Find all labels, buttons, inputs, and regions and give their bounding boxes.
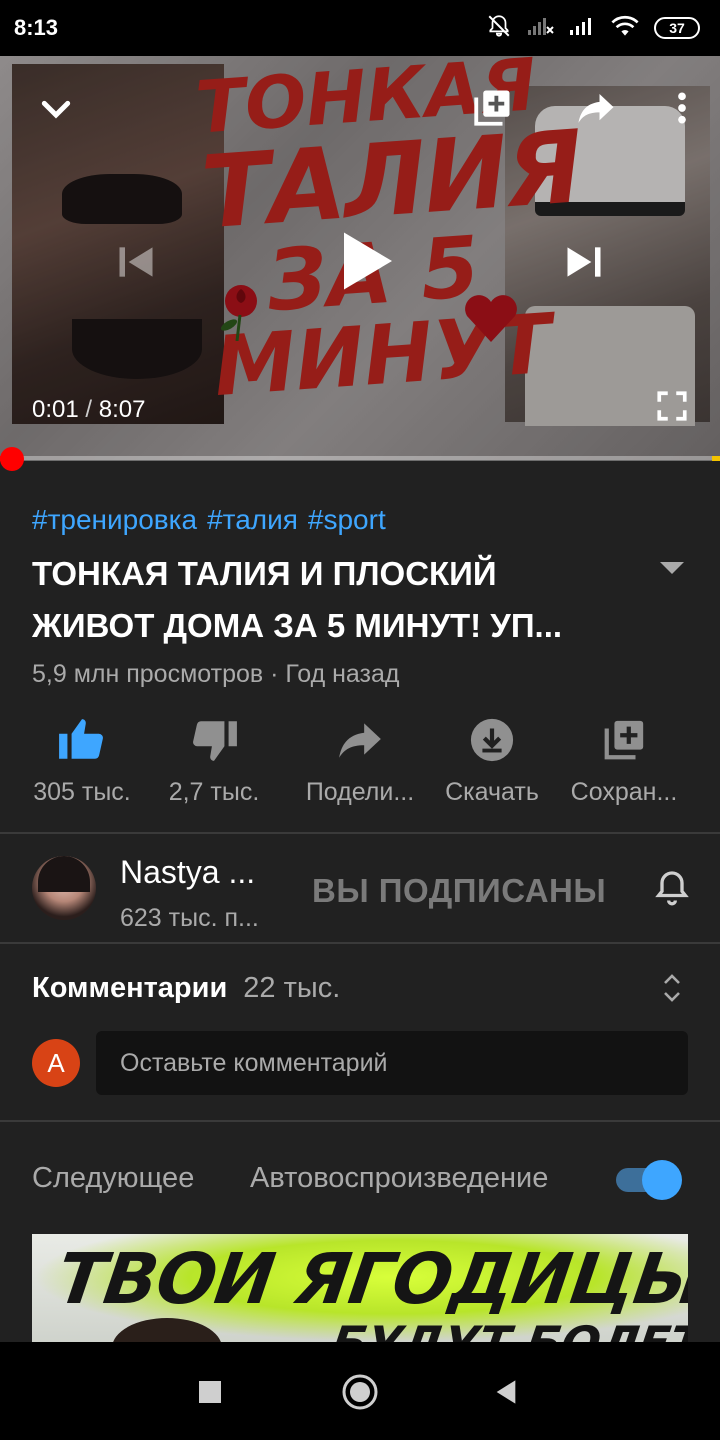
share-icon — [578, 94, 614, 123]
subscribed-button[interactable]: ВЫ ПОДПИСАНЫ — [312, 872, 606, 910]
home-button[interactable] — [338, 1370, 382, 1414]
circle-icon — [342, 1374, 378, 1410]
expand-comments-button[interactable] — [658, 970, 686, 1006]
wifi-icon — [610, 14, 640, 43]
player-share-button[interactable] — [570, 82, 622, 134]
video-meta: 5,9 млн просмотров · Год назад — [32, 660, 400, 688]
comment-input[interactable]: Оставьте комментарий — [96, 1031, 688, 1095]
status-icons: 37 — [486, 13, 700, 44]
dislike-button[interactable]: 2,7 тыс. — [144, 710, 284, 807]
duration: 8:07 — [98, 396, 146, 423]
triangle-down-icon — [660, 562, 684, 574]
up-next-label: Следующее — [32, 1162, 195, 1194]
next-video-thumbnail-subtitle: БУДУТ БОЛЕТЬ — [328, 1316, 688, 1342]
play-button[interactable] — [320, 216, 410, 306]
video-title-line: ЖИВОТ ДОМА ЗА 5 МИНУТ! УП... — [32, 607, 563, 644]
fullscreen-button[interactable] — [648, 382, 696, 430]
previous-icon — [119, 247, 153, 277]
comments-title: Комментарии — [32, 972, 228, 1004]
back-button[interactable] — [484, 1370, 528, 1414]
back-triangle-icon — [496, 1380, 516, 1404]
play-icon — [344, 232, 392, 290]
save-label: Сохран... — [570, 778, 678, 806]
video-title-line: ТОНКАЯ ТАЛИЯ И ПЛОСКИЙ — [32, 555, 497, 592]
channel-subscribers: 623 тыс. п... — [120, 904, 259, 932]
progress-bar[interactable] — [0, 447, 720, 471]
dislike-count: 2,7 тыс. — [168, 778, 260, 806]
signal-x-icon — [526, 15, 554, 42]
progress-scrubber[interactable] — [0, 447, 24, 471]
signal-icon — [568, 15, 596, 42]
comments-count: 22 тыс. — [243, 972, 341, 1004]
add-to-queue-button[interactable] — [466, 82, 518, 134]
more-vert-icon — [678, 92, 686, 124]
progress-buffered-marker — [712, 456, 720, 461]
user-avatar: A — [32, 1039, 80, 1087]
save-playlist-icon — [604, 720, 644, 760]
status-bar: 8:13 37 — [0, 0, 720, 56]
hashtags: #тренировка #талия #sport — [32, 504, 386, 536]
channel-row[interactable]: Nastya ... 623 тыс. п... ВЫ ПОДПИСАНЫ — [0, 834, 720, 944]
like-button[interactable]: 305 тыс. — [12, 710, 152, 807]
battery-level: 37 — [669, 20, 685, 36]
fullscreen-icon — [657, 391, 687, 421]
next-video-thumbnail-title: ТВОИ ЯГОДИЦЫ — [52, 1238, 688, 1320]
unfold-icon — [664, 974, 680, 1002]
hashtag-link[interactable]: #sport — [308, 504, 386, 536]
recents-button[interactable] — [188, 1370, 232, 1414]
share-button[interactable]: Подели... — [290, 710, 430, 807]
add-to-queue-icon — [474, 90, 510, 126]
time-separator: / — [85, 396, 93, 423]
notification-bell-button[interactable] — [652, 868, 692, 908]
bell-icon — [655, 871, 689, 906]
hashtag-link[interactable]: #талия — [207, 504, 298, 536]
channel-avatar[interactable] — [32, 856, 96, 920]
current-time: 0:01 — [32, 396, 79, 423]
comments-header[interactable]: Комментарии 22 тыс. — [32, 972, 340, 1005]
toggle-thumb — [642, 1160, 682, 1200]
thumbs-down-icon — [193, 721, 237, 761]
next-video-thumbnail[interactable]: ТВОИ ЯГОДИЦЫ БУДУТ БОЛЕТЬ — [32, 1234, 688, 1342]
battery-icon: 37 — [654, 17, 700, 39]
download-icon — [470, 718, 514, 762]
download-label: Скачать — [445, 778, 539, 806]
chevron-down-icon — [41, 100, 71, 119]
expand-description-button[interactable] — [656, 556, 688, 580]
action-bar: 305 тыс. 2,7 тыс. Подели... Скачать Сохр… — [0, 710, 720, 820]
share-label: Подели... — [305, 778, 415, 806]
collapse-button[interactable] — [30, 84, 82, 136]
divider — [0, 1120, 720, 1122]
share-icon — [339, 723, 381, 758]
download-button[interactable]: Скачать — [422, 710, 562, 807]
video-title[interactable]: ТОНКАЯ ТАЛИЯ И ПЛОСКИЙ ЖИВОТ ДОМА ЗА 5 М… — [32, 548, 632, 652]
next-icon — [567, 247, 601, 277]
thumbs-up-icon — [59, 719, 103, 759]
hashtag-link[interactable]: #тренировка — [32, 504, 197, 536]
channel-name[interactable]: Nastya ... — [120, 854, 255, 891]
square-icon — [199, 1381, 221, 1403]
more-options-button[interactable] — [656, 82, 708, 134]
next-button[interactable] — [554, 232, 614, 292]
video-player[interactable]: ТОНКАЯ ТАЛИЯ ЗА 5 МИНУТ 0:01 / 8:07 — [0, 56, 720, 460]
status-time: 8:13 — [14, 15, 59, 40]
autoplay-toggle[interactable] — [616, 1160, 682, 1200]
divider — [0, 942, 720, 944]
save-button[interactable]: Сохран... — [554, 710, 694, 807]
like-count: 305 тыс. — [33, 778, 131, 806]
bell-muted-icon — [486, 13, 512, 44]
autoplay-label: Автовоспроизведение — [250, 1162, 549, 1194]
system-nav-bar — [0, 1342, 720, 1440]
previous-button[interactable] — [106, 232, 166, 292]
timecode: 0:01 / 8:07 — [32, 396, 145, 424]
